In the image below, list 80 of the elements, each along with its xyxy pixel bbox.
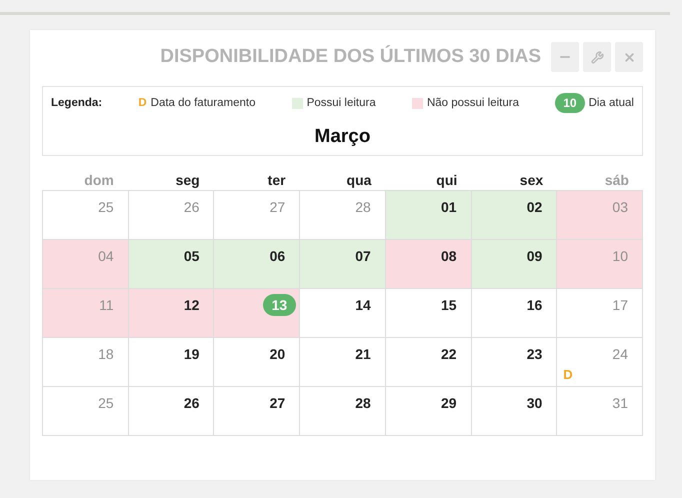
day-cell[interactable]: 14 [300, 289, 386, 338]
day-number: 14 [355, 297, 371, 313]
day-number: 22 [440, 346, 457, 362]
weekday-header: sex [518, 172, 544, 188]
day-number: 08 [440, 248, 457, 264]
day-number: 25 [98, 395, 114, 411]
legend-text: Dia atual [588, 97, 634, 109]
day-number: 21 [355, 346, 371, 362]
day-number: 12 [184, 297, 200, 313]
day-cell[interactable]: 23 [472, 338, 558, 387]
day-cell[interactable]: 21 [300, 338, 386, 387]
weekday-header: ter [266, 172, 287, 188]
day-cell[interactable]: 27 [214, 387, 300, 436]
wrench-icon [590, 50, 604, 64]
today-badge: 13 [262, 294, 296, 316]
day-number: 19 [184, 346, 200, 362]
day-number: 17 [612, 297, 628, 313]
day-cell[interactable]: 05 [128, 240, 214, 289]
day-cell[interactable]: 07 [300, 240, 386, 289]
weekday-header: qui [435, 172, 458, 188]
day-cell[interactable]: 15 [386, 289, 472, 338]
day-cell[interactable]: 08 [386, 240, 472, 289]
day-number: 28 [355, 395, 371, 411]
day-number: 11 [99, 297, 114, 313]
minimize-button[interactable] [551, 42, 579, 72]
close-icon [622, 50, 636, 64]
close-button[interactable] [615, 42, 643, 72]
day-number: 30 [526, 395, 542, 411]
weekday-header: seg [174, 172, 201, 188]
day-number: 05 [184, 248, 200, 264]
day-number: 25 [98, 199, 114, 215]
day-number: 20 [270, 346, 286, 362]
legend-text: Possui leitura [306, 97, 376, 109]
legend-label: Legenda: [51, 97, 102, 109]
billing-marker: D [563, 367, 573, 382]
panel-title: DISPONIBILIDADE DOS ÚLTIMOS 30 DIAS [160, 46, 541, 68]
day-cell[interactable]: 29 [386, 387, 472, 436]
day-cell[interactable]: 26 [128, 387, 214, 436]
day-cell[interactable]: 12 [128, 289, 214, 338]
day-cell[interactable]: 02 [472, 191, 558, 240]
legend-swatch [412, 98, 423, 108]
day-number: 27 [270, 395, 286, 411]
legend-swatch [292, 98, 303, 108]
day-number: 06 [270, 248, 286, 264]
day-cell[interactable]: 01 [386, 191, 472, 240]
day-cell[interactable]: 22 [386, 338, 472, 387]
day-number: 04 [98, 248, 114, 264]
legend-text: Data do faturamento [150, 97, 256, 109]
day-number: 02 [526, 199, 542, 215]
day-number: 10 [612, 248, 628, 264]
day-number: 09 [526, 248, 542, 264]
day-cell[interactable]: 19 [128, 338, 214, 387]
day-cell[interactable]: 20 [214, 338, 300, 387]
month-title: Março [314, 126, 372, 148]
day-number: 03 [612, 199, 628, 215]
day-number: 07 [355, 248, 371, 264]
day-cell[interactable]: 09 [472, 240, 558, 289]
day-number: 24 [612, 346, 628, 362]
today-badge: 10 [555, 93, 585, 113]
day-cell[interactable]: 16 [472, 289, 558, 338]
day-number: 31 [612, 395, 628, 411]
legend-text: Não possui leitura [426, 97, 519, 109]
weekday-header: dom [83, 172, 115, 188]
day-number: 29 [440, 395, 457, 411]
day-number: 15 [440, 297, 457, 313]
day-cell[interactable]: 06 [214, 240, 300, 289]
day-number: 23 [526, 346, 542, 362]
weekday-header: qua [346, 172, 372, 188]
day-number: 16 [526, 297, 542, 313]
day-number: 28 [355, 199, 371, 215]
day-cell[interactable]: 28 [300, 387, 386, 436]
day-number: 26 [184, 199, 200, 215]
day-cell[interactable]: 30 [472, 387, 558, 436]
settings-button[interactable] [583, 42, 611, 72]
weekday-header: sáb [604, 172, 630, 188]
day-number: 18 [98, 346, 114, 362]
billing-marker: D [138, 97, 147, 109]
day-number: 01 [440, 199, 457, 215]
day-number: 27 [270, 199, 286, 215]
day-number: 26 [184, 395, 200, 411]
